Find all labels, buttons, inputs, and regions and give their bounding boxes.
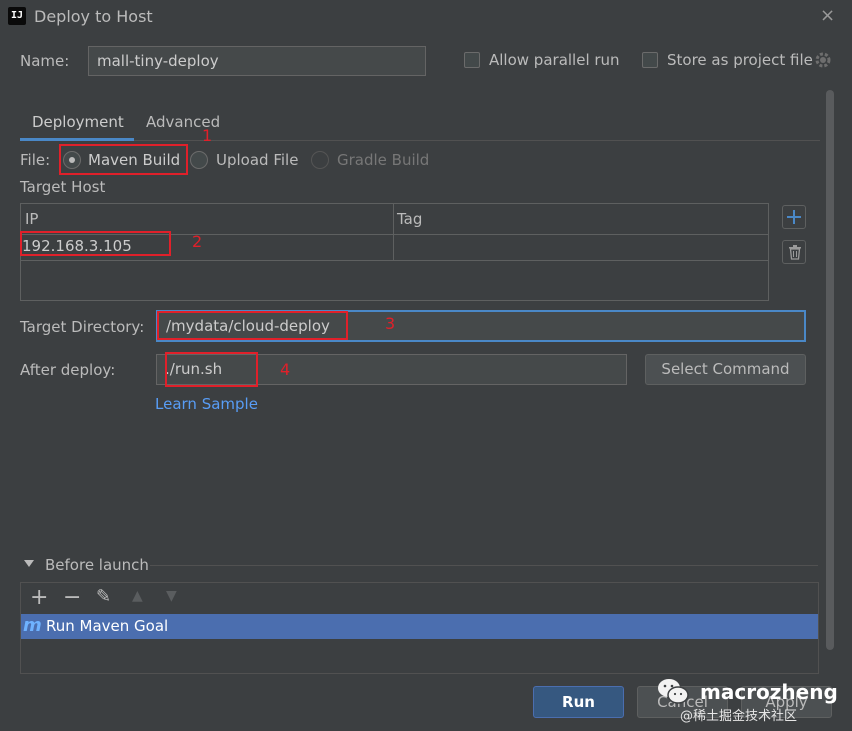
maven-build-label: Maven Build: [88, 151, 181, 169]
close-icon[interactable]: ×: [820, 5, 835, 26]
remove-host-button[interactable]: [782, 240, 806, 264]
tabs-divider: [20, 140, 820, 141]
window-title: Deploy to Host: [34, 7, 153, 26]
learn-sample-link[interactable]: Learn Sample: [155, 395, 258, 413]
column-tag[interactable]: Tag: [397, 210, 422, 228]
annotation-box-3: [157, 311, 348, 340]
column-ip[interactable]: IP: [25, 210, 38, 228]
allow-parallel-run-checkbox[interactable]: [464, 52, 480, 68]
annotation-box-2: [20, 231, 171, 256]
annotation-4: 4: [280, 360, 291, 379]
watermark-brand: macrozheng: [700, 680, 838, 704]
gear-icon[interactable]: [814, 51, 832, 69]
before-launch-label: Before launch: [45, 556, 149, 574]
wechat-icon: [656, 676, 690, 706]
title-bar: IJ Deploy to Host ×: [0, 0, 852, 34]
after-deploy-label: After deploy:: [20, 361, 116, 379]
name-input[interactable]: mall-tiny-deploy: [88, 46, 426, 76]
maven-icon: m: [23, 615, 42, 636]
edit-task-icon[interactable]: ✎: [96, 586, 111, 607]
annotation-3: 3: [385, 314, 396, 333]
active-tab-indicator: [20, 138, 134, 141]
remove-task-icon[interactable]: −: [63, 585, 81, 610]
target-directory-label: Target Directory:: [20, 318, 145, 336]
collapse-triangle-icon[interactable]: [24, 560, 34, 567]
file-label: File:: [20, 151, 51, 169]
add-host-button[interactable]: [782, 205, 806, 229]
select-command-button[interactable]: Select Command: [645, 354, 806, 385]
trash-icon: [789, 245, 801, 260]
add-task-icon[interactable]: +: [30, 585, 48, 610]
tab-deployment[interactable]: Deployment: [32, 113, 124, 131]
move-up-icon: ▲: [132, 588, 143, 604]
target-host-label: Target Host: [20, 178, 106, 196]
store-as-project-file-checkbox[interactable]: [642, 52, 658, 68]
scrollbar[interactable]: [826, 90, 834, 650]
gradle-build-label: Gradle Build: [337, 151, 430, 169]
run-button[interactable]: Run: [533, 686, 624, 718]
upload-file-label: Upload File: [216, 151, 299, 169]
name-label: Name:: [20, 52, 70, 70]
intellij-icon: IJ: [8, 7, 26, 25]
run-maven-goal-label: Run Maven Goal: [46, 617, 169, 635]
annotation-1: 1: [202, 126, 213, 145]
watermark-sub: @稀土掘金技术社区: [680, 709, 798, 724]
store-as-project-file-label: Store as project file: [667, 51, 813, 69]
annotation-box-4: [165, 352, 258, 387]
gradle-build-radio: [311, 151, 329, 169]
maven-build-radio[interactable]: [63, 151, 81, 169]
upload-file-radio[interactable]: [190, 151, 208, 169]
annotation-2: 2: [192, 232, 203, 251]
list-item[interactable]: m Run Maven Goal: [21, 614, 818, 639]
move-down-icon: ▼: [166, 588, 177, 604]
before-launch-divider: [150, 565, 818, 566]
allow-parallel-run-label: Allow parallel run: [489, 51, 620, 69]
